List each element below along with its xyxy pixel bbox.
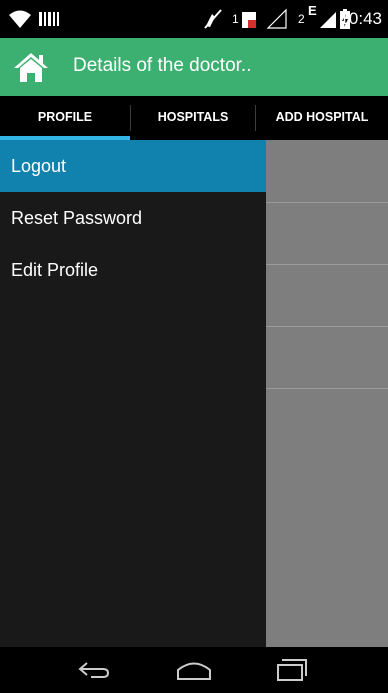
list-divider: [266, 202, 388, 203]
barcode-icon: [39, 12, 59, 26]
drawer-item-logout[interactable]: Logout: [0, 140, 266, 192]
tab-label: PROFILE: [37, 110, 93, 124]
mute-icon: [204, 9, 222, 29]
tab-profile[interactable]: PROFILE: [0, 96, 130, 140]
tab-add-hospital[interactable]: ADD HOSPITAL: [256, 96, 388, 140]
tab-label: HOSPITALS: [157, 110, 229, 124]
drawer-item-edit-profile[interactable]: Edit Profile: [0, 244, 266, 296]
home-icon[interactable]: [12, 51, 50, 83]
tab-bar: PROFILE HOSPITALS ADD HOSPITAL: [0, 96, 388, 140]
drawer-item-reset-password[interactable]: Reset Password: [0, 192, 266, 244]
no-signal-icon: [266, 8, 287, 29]
recent-apps-button[interactable]: [252, 647, 332, 693]
sim1-label: 1: [232, 12, 239, 26]
tab-label: ADD HOSPITAL: [275, 110, 369, 124]
drawer-item-label: Logout: [11, 156, 67, 176]
status-bar: 1 2 E 10:43: [0, 0, 388, 38]
system-nav-bar: [0, 647, 388, 693]
tab-hospitals[interactable]: HOSPITALS: [131, 96, 255, 140]
recent-apps-icon: [277, 659, 307, 681]
sim1-icon: [242, 12, 256, 28]
sim2-label: 2: [298, 12, 305, 26]
home-button[interactable]: [154, 647, 234, 693]
list-divider: [266, 326, 388, 327]
home-outline-icon: [177, 662, 211, 680]
wifi-icon: [9, 10, 31, 28]
status-time: 10:43: [339, 9, 382, 28]
list-divider: [266, 264, 388, 265]
navigation-drawer: Logout Reset Password Edit Profile: [0, 140, 266, 647]
drawer-item-label: Reset Password: [11, 208, 143, 228]
signal-icon: [320, 12, 336, 28]
back-icon: [78, 662, 110, 678]
back-button[interactable]: [54, 647, 134, 693]
drawer-item-label: Edit Profile: [11, 260, 99, 280]
action-bar: Details of the doctor..: [0, 38, 388, 96]
network-type-label: E: [308, 3, 317, 18]
list-divider: [266, 388, 388, 389]
page-title: Details of the doctor..: [73, 55, 252, 76]
